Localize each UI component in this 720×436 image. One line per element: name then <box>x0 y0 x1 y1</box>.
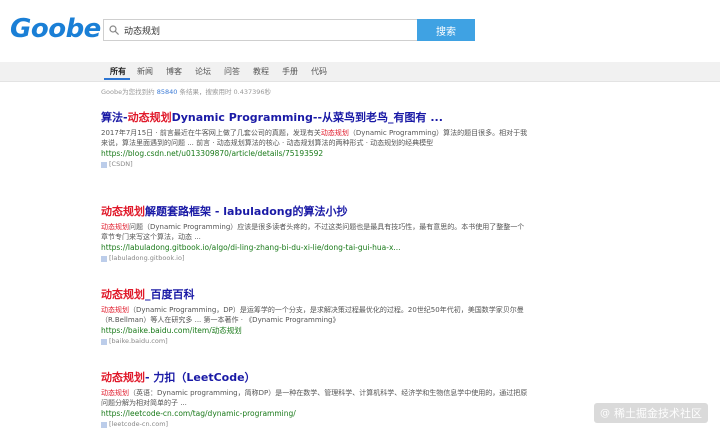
result-url[interactable]: https://baike.baidu.com/item/动态规划 <box>101 326 531 336</box>
search-result: 动态规划- 力扣（LeetCode） 动态规划（英语：Dynamic progr… <box>101 371 531 429</box>
tab-manual[interactable]: 手册 <box>282 62 298 82</box>
header: Goobe 搜索 <box>0 0 720 62</box>
snippet-text: 问题（Dynamic Programming）应该是很多读者头疼的，不过这类问题… <box>101 223 525 241</box>
snippet-text: （英语：Dynamic programming，简称DP）是一种在数学、管理科学… <box>101 389 528 407</box>
result-source: [CSDN] <box>101 160 531 169</box>
list-icon <box>101 256 107 261</box>
result-title-text: 解题套路框架 - labuladong的算法小抄 <box>145 205 348 218</box>
result-url[interactable]: https://labuladong.gitbook.io/algo/di-li… <box>101 243 531 253</box>
result-source-label: [baike.baidu.com] <box>109 337 168 345</box>
result-source-label: [CSDN] <box>109 160 133 168</box>
tab-qa[interactable]: 问答 <box>224 62 240 82</box>
tab-code[interactable]: 代码 <box>311 62 327 82</box>
result-source: [labuladong.gitbook.io] <box>101 254 531 263</box>
result-title-link[interactable]: 动态规划_百度百科 <box>101 288 531 302</box>
result-snippet: 动态规划（Dynamic Programming，DP）是运筹学的一个分支，是求… <box>101 305 529 325</box>
result-count: 85840 <box>156 88 178 96</box>
result-title-highlight: 动态规划 <box>101 371 145 384</box>
result-snippet: 2017年7月15日 · 前言最近在牛客网上做了几套公司的真题，发现有关动态规划… <box>101 128 529 148</box>
search-button[interactable]: 搜索 <box>417 19 475 41</box>
tab-news[interactable]: 新闻 <box>137 62 153 82</box>
result-title-link[interactable]: 动态规划解题套路框架 - labuladong的算法小抄 <box>101 205 531 219</box>
result-title-highlight: 动态规划 <box>101 205 145 218</box>
watermark-text: 稀土掘金技术社区 <box>614 407 702 420</box>
snippet-highlight: 动态规划 <box>101 223 129 231</box>
search-icon <box>109 25 119 35</box>
result-source-label: [labuladong.gitbook.io] <box>109 254 185 262</box>
result-title-text: _百度百科 <box>145 288 195 301</box>
snippet-highlight: 动态规划 <box>101 389 129 397</box>
watermark: @ 稀土掘金技术社区 <box>594 403 708 423</box>
list-icon <box>101 422 107 427</box>
search-box[interactable] <box>103 19 417 41</box>
result-title-text: 算法- <box>101 111 128 124</box>
at-icon: @ <box>600 407 610 419</box>
result-stats: Goobe为您找到约 85840 条结果，搜索用时 0.437396秒 <box>101 86 271 96</box>
result-title-highlight: 动态规划 <box>101 288 145 301</box>
result-url[interactable]: https://blog.csdn.net/u013309870/article… <box>101 149 531 159</box>
result-stats-suffix: 条结果，搜索用时 0.437396秒 <box>179 88 272 96</box>
snippet-highlight: 动态规划 <box>320 129 349 137</box>
tab-blog[interactable]: 博客 <box>166 62 182 82</box>
snippet-text: 2017年7月15日 · 前言最近在牛客网上做了几套公司的真题，发现有关 <box>101 129 321 137</box>
result-snippet: 动态规划问题（Dynamic Programming）应该是很多读者头疼的，不过… <box>101 222 529 242</box>
result-title-text: Dynamic Programming--从菜鸟到老鸟_有图有 ... <box>171 111 443 124</box>
snippet-highlight: 动态规划 <box>101 306 129 314</box>
search-result: 算法-动态规划Dynamic Programming--从菜鸟到老鸟_有图有 .… <box>101 111 531 169</box>
tab-tutorial[interactable]: 教程 <box>253 62 269 82</box>
result-title-highlight: 动态规划 <box>127 111 172 124</box>
result-source: [leetcode-cn.com] <box>101 420 531 429</box>
result-source: [baike.baidu.com] <box>101 337 531 346</box>
list-icon <box>101 162 107 167</box>
result-stats-prefix: Goobe为您找到约 <box>101 88 155 96</box>
active-tab-indicator <box>104 78 130 80</box>
result-title-link[interactable]: 动态规划- 力扣（LeetCode） <box>101 371 531 385</box>
tab-forum[interactable]: 论坛 <box>195 62 211 82</box>
result-url[interactable]: https://leetcode-cn.com/tag/dynamic-prog… <box>101 409 531 419</box>
result-title-link[interactable]: 算法-动态规划Dynamic Programming--从菜鸟到老鸟_有图有 .… <box>101 111 531 125</box>
goobe-logo[interactable]: Goobe <box>10 14 101 44</box>
result-source-label: [leetcode-cn.com] <box>109 420 169 428</box>
search-input[interactable] <box>124 20 414 40</box>
search-result: 动态规划_百度百科 动态规划（Dynamic Programming，DP）是运… <box>101 288 531 346</box>
snippet-text: （Dynamic Programming，DP）是运筹学的一个分支，是求解决策过… <box>101 306 524 324</box>
list-icon <box>101 339 107 344</box>
result-snippet: 动态规划（英语：Dynamic programming，简称DP）是一种在数学、… <box>101 388 529 408</box>
search-result: 动态规划解题套路框架 - labuladong的算法小抄 动态规划问题（Dyna… <box>101 205 531 263</box>
result-title-text: - 力扣（LeetCode） <box>145 371 256 384</box>
